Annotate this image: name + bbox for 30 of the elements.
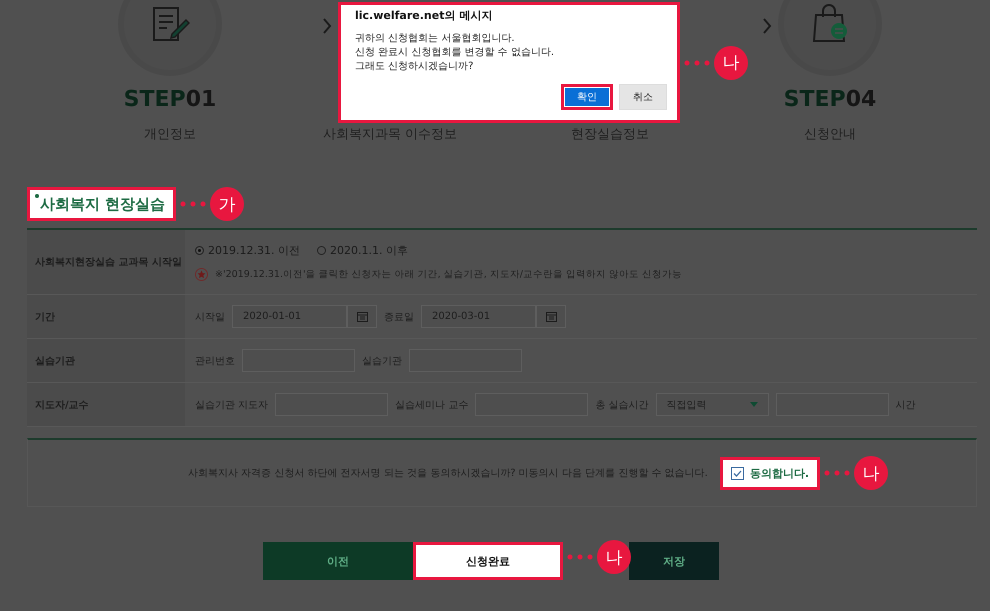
calendar-icon — [356, 311, 368, 322]
callout-badge: 나 — [597, 540, 631, 574]
submit-button[interactable]: 신청완료 — [413, 542, 563, 580]
star-icon — [195, 268, 208, 281]
section-title: 사회복지 현장실습 — [27, 187, 176, 221]
callout-dots — [824, 470, 850, 476]
confirm-button[interactable]: 확인 — [561, 84, 613, 110]
cancel-button[interactable]: 취소 — [619, 84, 667, 110]
save-button[interactable]: 저장 — [629, 542, 719, 580]
step-number: STEP01 — [124, 88, 216, 112]
check-icon — [732, 468, 742, 478]
step-number: STEP04 — [784, 88, 876, 112]
callout-dots — [180, 201, 206, 207]
callout-badge: 가 — [210, 187, 244, 221]
calendar-icon — [546, 311, 556, 322]
chevron-right-icon — [762, 18, 772, 34]
callout-badge: 나 — [714, 46, 748, 80]
previous-button[interactable]: 이전 — [263, 542, 413, 580]
calendar-button[interactable] — [347, 305, 377, 328]
caret-icon — [750, 402, 758, 407]
shopping-bag-icon — [810, 3, 850, 45]
document-pencil-icon — [150, 4, 190, 44]
calendar-button[interactable] — [536, 305, 566, 328]
dialog-message: 귀하의 신청협회는 서울협회입니다. 신청 완료시 신청협회를 변경할 수 없습니다. 그래도 신청하시겠습니까? — [355, 32, 556, 74]
dialog-title: lic.welfare.net의 메시지 — [355, 8, 494, 23]
callout-badge: 나 — [854, 456, 888, 490]
callout-dots — [567, 554, 593, 560]
callout-dots — [684, 60, 710, 66]
agree-checkbox[interactable]: 동의합니다. — [720, 456, 820, 490]
chevron-right-icon — [322, 18, 332, 34]
